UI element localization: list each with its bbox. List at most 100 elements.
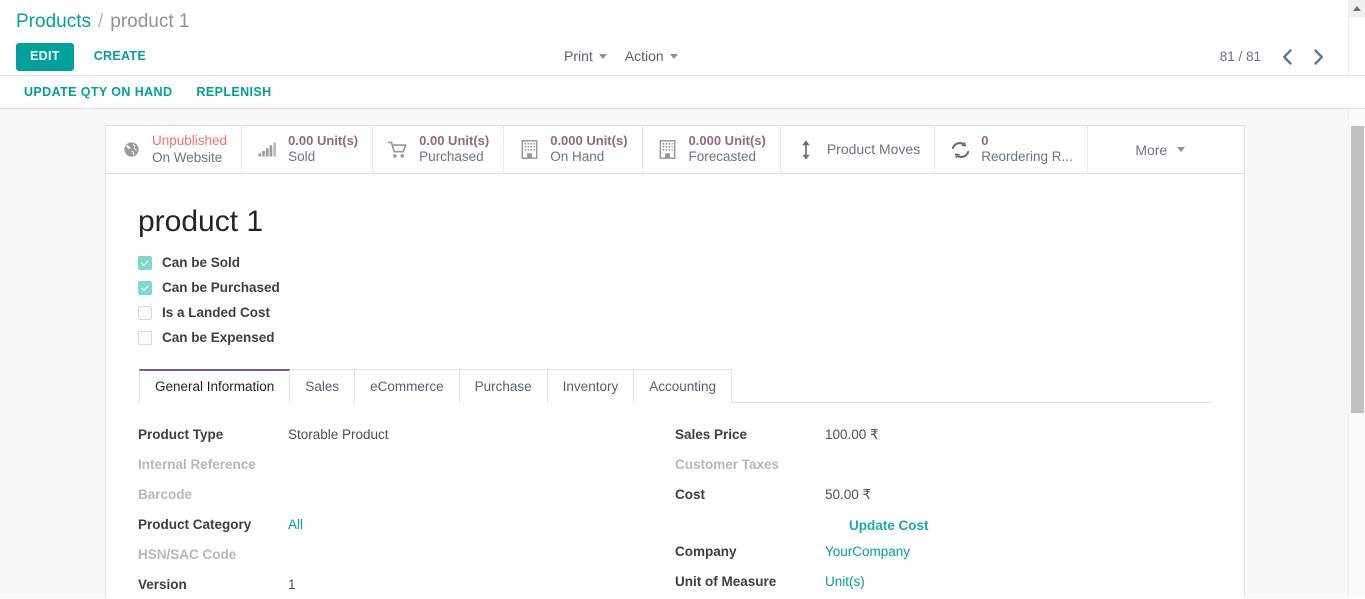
tab-sales[interactable]: Sales — [289, 369, 356, 404]
breadcrumb-row: Products / product 1 — [16, 0, 1349, 38]
stat-on-hand-text: 0.000 Unit(s) On Hand — [550, 133, 627, 166]
triangle-up-icon — [1353, 6, 1361, 11]
field-value-cost[interactable]: 50.00 ₹ — [825, 485, 871, 506]
stat-purchased-label: Purchased — [419, 149, 484, 165]
checkbox-is-a-landed-cost[interactable] — [138, 305, 152, 320]
scrollbar-top-strip — [1348, 0, 1365, 75]
pager-next-button[interactable] — [1305, 46, 1333, 68]
tab-purchase[interactable]: Purchase — [458, 369, 548, 404]
checkbox-row-can-be-sold: Can be Sold — [138, 250, 1212, 275]
field-value-company[interactable]: YourCompany — [825, 542, 910, 563]
field-value-product-category[interactable]: All — [288, 515, 303, 536]
field-product-type: Product Type Storable Product — [138, 425, 635, 446]
page-title: product 1 — [138, 205, 264, 238]
stat-on-hand[interactable]: 0.000 Unit(s) On Hand — [504, 126, 643, 173]
update-cost-button[interactable]: Update Cost — [825, 518, 929, 533]
checkbox-label-is-a-landed-cost[interactable]: Is a Landed Cost — [162, 305, 270, 320]
field-customer-taxes: Customer Taxes — [675, 455, 1172, 476]
scrollbar-thumb[interactable] — [1351, 126, 1364, 413]
stat-reordering-rules[interactable]: 0 Reordering R... — [935, 126, 1088, 173]
create-button[interactable]: CREATE — [82, 43, 158, 71]
field-label-company: Company — [675, 544, 737, 560]
field-label-version: Version — [138, 577, 187, 593]
checkbox-row-is-a-landed-cost: Is a Landed Cost — [138, 300, 1212, 325]
field-sales-price: Sales Price 100.00 ₹ — [675, 425, 1172, 446]
tab-inventory[interactable]: Inventory — [546, 369, 635, 404]
control-panel-dropdowns: Print Action — [556, 38, 686, 75]
action-label: Action — [624, 48, 664, 65]
checkbox-label-can-be-expensed[interactable]: Can be Expensed — [162, 330, 275, 345]
more-stat-buttons-dropdown[interactable]: More — [1088, 126, 1233, 173]
field-product-category: Product Category All — [138, 515, 635, 536]
notebook-tabs: General Information Sales eCommerce Purc… — [138, 368, 1212, 404]
pager-count: 81 / 81 — [1219, 49, 1261, 64]
field-value-product-type[interactable]: Storable Product — [288, 425, 389, 446]
stat-sold-label: Sold — [288, 149, 316, 165]
edit-button[interactable]: EDIT — [16, 42, 74, 71]
stat-website-value: Unpublished — [152, 132, 228, 148]
form-scroll-area: Unpublished On Website 0.00 Unit(s) Sold… — [0, 109, 1365, 598]
chevron-left-icon — [1283, 48, 1292, 65]
pager: 81 / 81 — [1220, 38, 1333, 75]
warehouse-icon — [657, 140, 679, 159]
sheet-wrapper: Unpublished On Website 0.00 Unit(s) Sold… — [0, 109, 1365, 598]
checkbox-can-be-purchased[interactable] — [138, 280, 152, 295]
globe-icon — [120, 141, 142, 158]
control-panel: Products / product 1 EDIT CREATE Print A… — [0, 0, 1365, 75]
field-unit-of-measure: Unit of Measure Unit(s) — [675, 572, 1172, 593]
chevron-down-icon — [669, 53, 678, 59]
print-label: Print — [564, 48, 593, 65]
field-label-product-type: Product Type — [138, 427, 224, 443]
stat-product-moves[interactable]: Product Moves — [781, 126, 936, 173]
product-flags: Can be Sold Can be Purchased Is a Landed… — [138, 250, 1212, 350]
vertical-scrollbar[interactable] — [1348, 109, 1365, 598]
stat-product-moves-text: Product Moves — [827, 141, 920, 159]
stat-on-hand-value: 0.000 Unit(s) — [550, 132, 628, 148]
field-value-version[interactable]: 1 — [288, 575, 296, 596]
field-label-unit-of-measure: Unit of Measure — [675, 574, 777, 590]
replenish-button[interactable]: REPLENISH — [188, 81, 279, 104]
more-label: More — [1135, 141, 1168, 158]
stat-purchased[interactable]: 0.00 Unit(s) Purchased — [373, 126, 505, 173]
field-value-sales-price[interactable]: 100.00 ₹ — [825, 425, 879, 446]
breadcrumb: Products / product 1 — [16, 11, 190, 33]
field-label-internal-reference: Internal Reference — [138, 457, 256, 473]
odoo-product-form: Products / product 1 EDIT CREATE Print A… — [0, 0, 1365, 599]
stat-on-hand-label: On Hand — [550, 149, 605, 165]
tab-general-information[interactable]: General Information — [139, 369, 291, 404]
tab-accounting[interactable]: Accounting — [633, 369, 732, 404]
field-label-customer-taxes: Customer Taxes — [675, 457, 780, 473]
stat-website-label: On Website — [152, 149, 223, 165]
refresh-icon — [949, 141, 971, 159]
checkbox-can-be-expensed[interactable] — [138, 330, 152, 345]
field-label-barcode: Barcode — [138, 487, 193, 503]
stat-purchased-value: 0.00 Unit(s) — [419, 132, 490, 148]
field-company: Company YourCompany — [675, 542, 1172, 563]
breadcrumb-parent-link[interactable]: Products — [16, 11, 91, 33]
field-label-sales-price: Sales Price — [675, 427, 748, 443]
checkbox-can-be-sold[interactable] — [138, 255, 152, 270]
stat-button-box: Unpublished On Website 0.00 Unit(s) Sold… — [106, 125, 1244, 174]
field-label-hsn-sac-code: HSN/SAC Code — [138, 547, 237, 563]
update-qty-on-hand-button[interactable]: UPDATE QTY ON HAND — [16, 81, 180, 104]
chevron-down-icon — [598, 53, 607, 59]
form-sheet: Unpublished On Website 0.00 Unit(s) Sold… — [105, 125, 1245, 598]
field-value-unit-of-measure[interactable]: Unit(s) — [825, 572, 865, 593]
stat-product-moves-label: Product Moves — [826, 140, 921, 157]
breadcrumb-separator: / — [97, 11, 104, 32]
stat-forecasted[interactable]: 0.000 Unit(s) Forecasted — [643, 126, 781, 173]
checkbox-label-can-be-sold[interactable]: Can be Sold — [162, 255, 240, 270]
action-dropdown-button[interactable]: Action — [617, 44, 686, 69]
tab-ecommerce[interactable]: eCommerce — [354, 369, 460, 404]
stat-website[interactable]: Unpublished On Website — [106, 126, 243, 173]
field-label-cost: Cost — [675, 487, 705, 503]
stat-sold[interactable]: 0.00 Unit(s) Sold — [242, 126, 374, 173]
field-cost: Cost 50.00 ₹ — [675, 485, 1172, 506]
control-panel-actions: EDIT CREATE Print Action 81 / 81 — [16, 38, 1349, 75]
stat-forecasted-text: 0.000 Unit(s) Forecasted — [689, 133, 766, 166]
pager-previous-button[interactable] — [1273, 46, 1301, 68]
checkbox-label-can-be-purchased[interactable]: Can be Purchased — [162, 280, 280, 295]
scrollbar-up-button[interactable] — [1349, 0, 1365, 17]
print-dropdown-button[interactable]: Print — [556, 44, 615, 69]
field-label-product-category: Product Category — [138, 517, 252, 533]
